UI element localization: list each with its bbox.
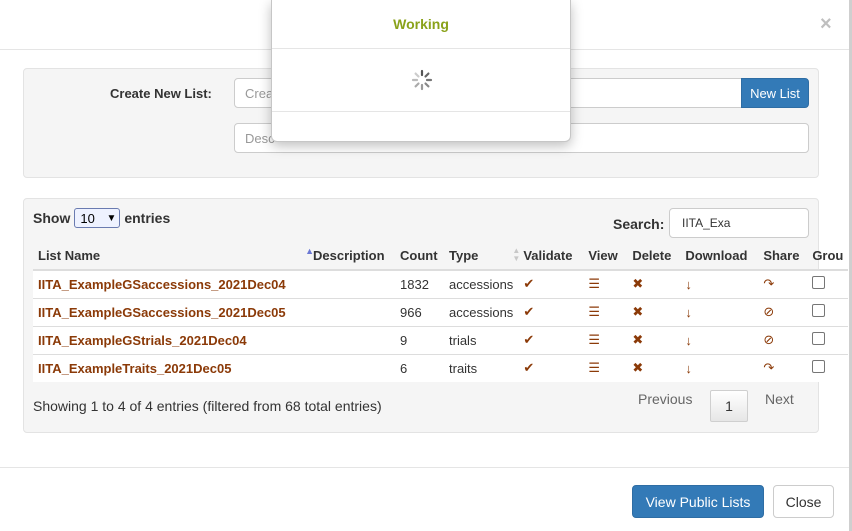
entries-value: 10 — [80, 210, 95, 226]
lists-table: List Name ▲ Description Count Type ▲ ▼ Vali… — [33, 242, 849, 382]
list-name[interactable]: IITA_ExampleGStrials_2021Dec04 — [33, 325, 308, 354]
list-type: accessions — [444, 269, 519, 298]
group-checkbox[interactable] — [812, 332, 826, 345]
delete-x-icon[interactable]: ✖ — [632, 276, 643, 291]
validate-check-icon[interactable]: ✔ — [523, 276, 534, 291]
entries-label: entries — [124, 210, 171, 226]
close-button[interactable]: Close — [773, 485, 834, 518]
group-checkbox[interactable] — [812, 304, 826, 317]
view-list-icon[interactable]: ☰ — [588, 360, 600, 375]
working-modal: Working — [271, 0, 571, 142]
list-count: 966 — [395, 297, 444, 326]
view-public-lists-button[interactable]: View Public Lists — [632, 485, 764, 518]
list-count: 9 — [395, 325, 444, 354]
next-page-button[interactable]: Next — [765, 391, 794, 407]
footer-divider — [0, 467, 849, 468]
list-description — [308, 325, 395, 354]
entries-length-control: Show 10 ▼ entries — [33, 208, 170, 228]
search-input[interactable]: IITA_Exa — [669, 208, 809, 238]
download-arrow-icon[interactable]: ↓ — [685, 305, 692, 320]
share-arrow-icon[interactable]: ↷ — [763, 360, 774, 375]
col-type[interactable]: Type ▲ ▼ — [444, 242, 520, 271]
table-row: IITA_ExampleTraits_2021Dec05 6 traits ✔ … — [33, 353, 849, 382]
col-delete: Delete — [627, 242, 681, 271]
header-label: Count — [400, 248, 438, 263]
col-count: Count — [395, 242, 444, 271]
download-arrow-icon[interactable]: ↓ — [685, 361, 692, 376]
list-count: 6 — [395, 353, 444, 382]
view-list-icon[interactable]: ☰ — [588, 276, 600, 291]
list-name[interactable]: IITA_ExampleTraits_2021Dec05 — [33, 353, 308, 382]
create-list-label: Create New List: — [110, 86, 212, 101]
table-row: IITA_ExampleGSaccessions_2021Dec04 1832 … — [33, 269, 849, 298]
header-label: List Name — [38, 248, 101, 263]
show-label: Show — [33, 210, 71, 226]
list-description — [308, 269, 395, 298]
col-download: Download — [680, 242, 759, 271]
delete-x-icon[interactable]: ✖ — [632, 304, 643, 319]
col-group: Grou — [807, 242, 849, 271]
table-row: IITA_ExampleGSaccessions_2021Dec05 966 a… — [33, 297, 849, 326]
header-label: Download — [685, 248, 748, 263]
ban-icon[interactable]: ⊘ — [763, 304, 774, 319]
working-divider-bottom — [272, 111, 570, 112]
delete-x-icon[interactable]: ✖ — [632, 332, 643, 347]
list-type: traits — [444, 353, 519, 382]
view-list-icon[interactable]: ☰ — [588, 332, 600, 347]
search-label: Search: — [613, 216, 665, 232]
list-count: 1832 — [395, 269, 444, 298]
list-name[interactable]: IITA_ExampleGSaccessions_2021Dec05 — [33, 297, 308, 326]
header-label: Validate — [523, 248, 573, 263]
list-type: trials — [444, 325, 519, 354]
validate-check-icon[interactable]: ✔ — [523, 332, 534, 347]
page-1-button[interactable]: 1 — [710, 390, 748, 422]
header-label: Share — [763, 248, 800, 263]
table-info: Showing 1 to 4 of 4 entries (filtered fr… — [33, 398, 382, 414]
new-list-button[interactable]: New List — [741, 78, 809, 108]
validate-check-icon[interactable]: ✔ — [523, 360, 534, 375]
header-label: Type — [449, 248, 479, 263]
previous-label: Previous — [638, 391, 693, 407]
list-name[interactable]: IITA_ExampleGSaccessions_2021Dec04 — [33, 269, 308, 298]
col-share: Share — [758, 242, 808, 271]
header-label: Delete — [632, 248, 672, 263]
download-arrow-icon[interactable]: ↓ — [685, 333, 692, 348]
next-label: Next — [765, 391, 794, 407]
header-label: View — [588, 248, 618, 263]
validate-check-icon[interactable]: ✔ — [523, 304, 534, 319]
list-description — [308, 297, 395, 326]
search-value: IITA_Exa — [682, 216, 731, 230]
group-checkbox[interactable] — [812, 276, 826, 290]
col-description: Description — [308, 242, 395, 271]
header-label: Description — [313, 248, 385, 263]
close-icon[interactable]: × — [820, 14, 836, 34]
col-validate: Validate — [518, 242, 584, 271]
download-arrow-icon[interactable]: ↓ — [685, 277, 692, 292]
list-description — [308, 353, 395, 382]
working-divider-top — [272, 48, 570, 49]
entries-select[interactable]: 10 ▼ — [74, 208, 121, 228]
view-list-icon[interactable]: ☰ — [588, 304, 600, 319]
chevron-down-icon: ▼ — [106, 212, 117, 224]
table-header-row: List Name ▲ Description Count Type ▲ ▼ Vali… — [33, 242, 849, 271]
col-view: View — [583, 242, 628, 271]
header-label: Grou — [812, 248, 844, 263]
col-list-name[interactable]: List Name ▲ — [33, 242, 314, 271]
list-type: accessions — [444, 297, 519, 326]
delete-x-icon[interactable]: ✖ — [632, 360, 643, 375]
ban-icon[interactable]: ⊘ — [763, 332, 774, 347]
table-row: IITA_ExampleGStrials_2021Dec04 9 trials … — [33, 325, 849, 354]
group-checkbox[interactable] — [812, 360, 826, 374]
previous-page-button[interactable]: Previous — [638, 391, 692, 407]
share-arrow-icon[interactable]: ↷ — [763, 276, 774, 291]
loading-spinner-icon — [411, 69, 433, 91]
working-title: Working — [393, 16, 449, 32]
